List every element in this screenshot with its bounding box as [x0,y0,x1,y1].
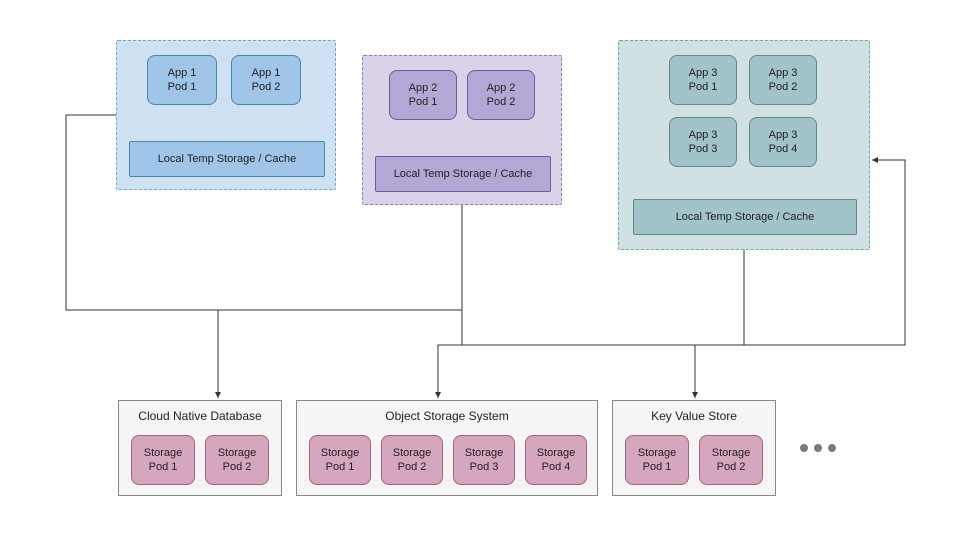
app2-pod1: App 2 Pod 1 [389,70,457,120]
app3-cache: Local Temp Storage / Cache [633,199,857,235]
storage2-pod3: Storage Pod 3 [453,435,515,485]
storage3-pod1: Storage Pod 1 [625,435,689,485]
storage2-pod1: Storage Pod 1 [309,435,371,485]
app1-cache: Local Temp Storage / Cache [129,141,325,177]
app2-cache: Local Temp Storage / Cache [375,156,551,192]
app1-pod1: App 1 Pod 1 [147,55,217,105]
app-cluster-1: App 1 Pod 1 App 1 Pod 2 Local Temp Stora… [116,40,336,190]
diagram-canvas: App 1 Pod 1 App 1 Pod 2 Local Temp Stora… [0,0,960,540]
app3-pod4: App 3 Pod 4 [749,117,817,167]
storage2-pod2: Storage Pod 2 [381,435,443,485]
app2-pod2: App 2 Pod 2 [467,70,535,120]
storage3-pod2: Storage Pod 2 [699,435,763,485]
storage3-title: Key Value Store [613,409,775,423]
storage1-pod1: Storage Pod 1 [131,435,195,485]
app-cluster-2: App 2 Pod 1 App 2 Pod 2 Local Temp Stora… [362,55,562,205]
storage1-pod2: Storage Pod 2 [205,435,269,485]
storage-object-storage-system: Object Storage System Storage Pod 1 Stor… [296,400,598,496]
storage-cloud-native-database: Cloud Native Database Storage Pod 1 Stor… [118,400,282,496]
app3-pod3: App 3 Pod 3 [669,117,737,167]
storage-key-value-store: Key Value Store Storage Pod 1 Storage Po… [612,400,776,496]
app-cluster-3: App 3 Pod 1 App 3 Pod 2 App 3 Pod 3 App … [618,40,870,250]
storage2-pod4: Storage Pod 4 [525,435,587,485]
app3-pod2: App 3 Pod 2 [749,55,817,105]
app3-pod1: App 3 Pod 1 [669,55,737,105]
app1-pod2: App 1 Pod 2 [231,55,301,105]
ellipsis-icon [800,444,836,452]
storage1-title: Cloud Native Database [119,409,281,423]
storage2-title: Object Storage System [297,409,597,423]
